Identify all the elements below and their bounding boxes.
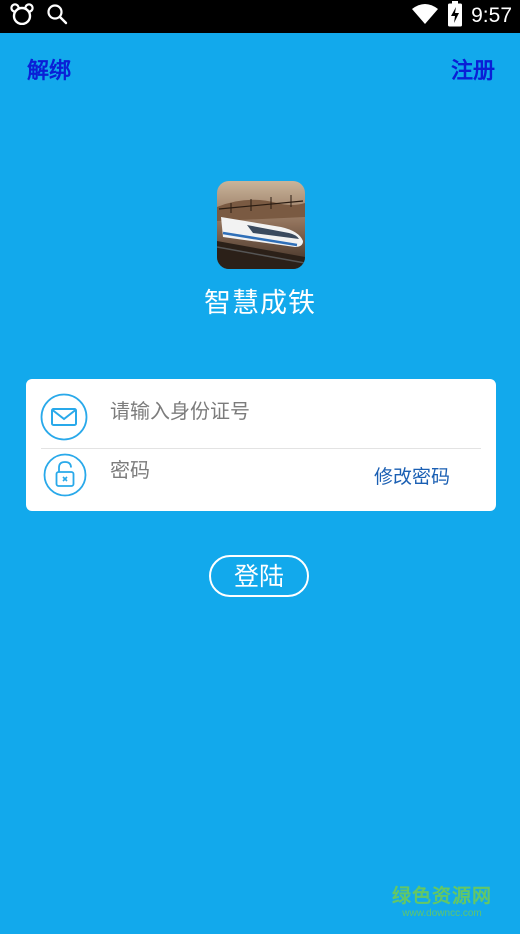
bear-app-icon (10, 3, 34, 29)
wifi-icon (411, 3, 439, 29)
change-password-link[interactable]: 修改密码 (374, 462, 450, 489)
battery-charging-icon (447, 1, 463, 31)
status-bar: 9:57 (0, 0, 520, 33)
search-icon (46, 3, 68, 29)
password-row: 修改密码 (26, 446, 496, 512)
login-button[interactable]: 登陆 (209, 555, 309, 597)
id-number-input[interactable] (110, 399, 370, 423)
high-speed-train-logo (217, 181, 305, 269)
unlock-icon (43, 453, 87, 497)
app-name: 智慧成铁 (204, 288, 316, 319)
watermark-title: 绿色资源网 (391, 885, 492, 907)
register-link[interactable]: 注册 (451, 53, 495, 85)
mail-icon (40, 393, 88, 441)
login-screen: 解绑 注册 智慧成铁 请输入身份证号 修改密码 登陆 绿色资源网 www.dow… (0, 33, 520, 934)
status-time: 9:57 (471, 4, 512, 27)
id-number-row (26, 379, 496, 445)
password-input[interactable] (110, 458, 370, 482)
watermark: 绿色资源网 www.downcc.com (386, 881, 498, 919)
watermark-url: www.downcc.com (402, 908, 482, 919)
status-right-icons: 9:57 (411, 1, 512, 31)
unbind-link[interactable]: 解绑 (27, 53, 71, 85)
login-card: 修改密码 (26, 379, 496, 511)
status-left-icons (10, 3, 68, 29)
